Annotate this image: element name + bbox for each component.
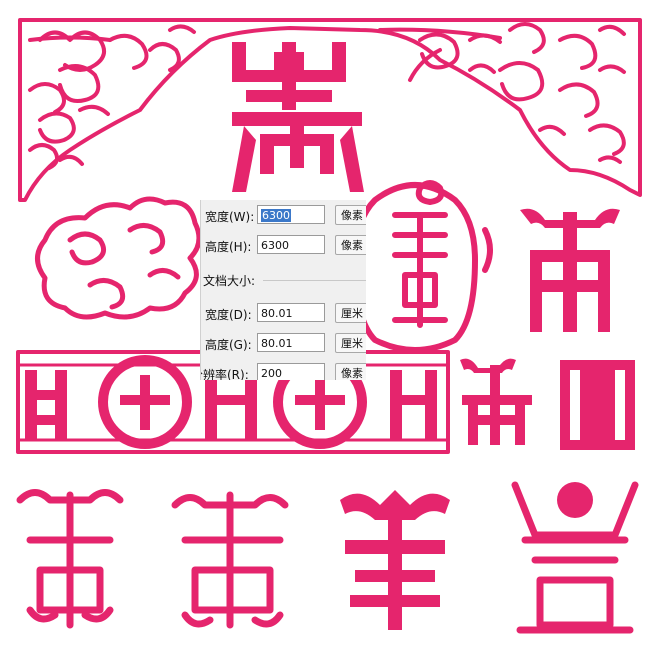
resolution-unit-select[interactable]: 像素 xyxy=(335,363,366,380)
width-label: 宽度(W): xyxy=(205,210,255,224)
width-unit-select[interactable]: 像素 xyxy=(335,205,366,225)
resolution-input[interactable]: 200 xyxy=(257,363,325,380)
doc-width-unit-select[interactable]: 厘米 xyxy=(335,303,366,323)
shou-character-ornament-icon xyxy=(511,481,639,634)
image-size-dialog: 宽度(W): 6300 像素 高度(H): 6300 像素 文档大小: 宽度(D… xyxy=(200,200,366,380)
width-input[interactable]: 6300 xyxy=(257,205,325,224)
width-value: 6300 xyxy=(261,209,291,222)
height-label: 高度(H): xyxy=(205,240,252,254)
doc-size-group: 文档大小: xyxy=(203,272,366,289)
doc-width-input[interactable]: 80.01 xyxy=(257,303,325,322)
height-input[interactable]: 6300 xyxy=(257,235,325,254)
height-unit-select[interactable]: 像素 xyxy=(335,235,366,255)
width-row: 宽度(W): 6300 像素 xyxy=(201,204,366,228)
resolution-row: 分辨率(R): 200 像素 xyxy=(201,362,366,380)
doc-width-label: 宽度(D): xyxy=(205,308,252,322)
shou-character-ornament-icon xyxy=(347,180,493,353)
shou-character-ornament-icon xyxy=(340,490,450,630)
divider xyxy=(263,280,366,281)
shou-character-ornament-icon xyxy=(232,42,364,192)
doc-height-label: 高度(G): xyxy=(205,338,252,352)
shou-character-ornament-icon xyxy=(171,491,289,629)
cloud-ornament-icon xyxy=(35,196,202,320)
height-row: 高度(H): 6300 像素 xyxy=(201,234,366,258)
doc-height-unit-select[interactable]: 厘米 xyxy=(335,333,366,353)
doc-size-label: 文档大小: xyxy=(203,272,259,289)
doc-height-input[interactable]: 80.01 xyxy=(257,333,325,352)
shou-character-ornament-icon xyxy=(520,208,620,332)
doc-width-row: 宽度(D): 80.01 厘米 xyxy=(201,302,366,326)
shou-character-ornament-icon xyxy=(16,489,124,629)
resolution-label: 分辨率(R): xyxy=(201,368,249,380)
doc-height-row: 高度(G): 80.01 厘米 xyxy=(201,332,366,356)
shou-character-ornament-icon xyxy=(460,358,635,450)
